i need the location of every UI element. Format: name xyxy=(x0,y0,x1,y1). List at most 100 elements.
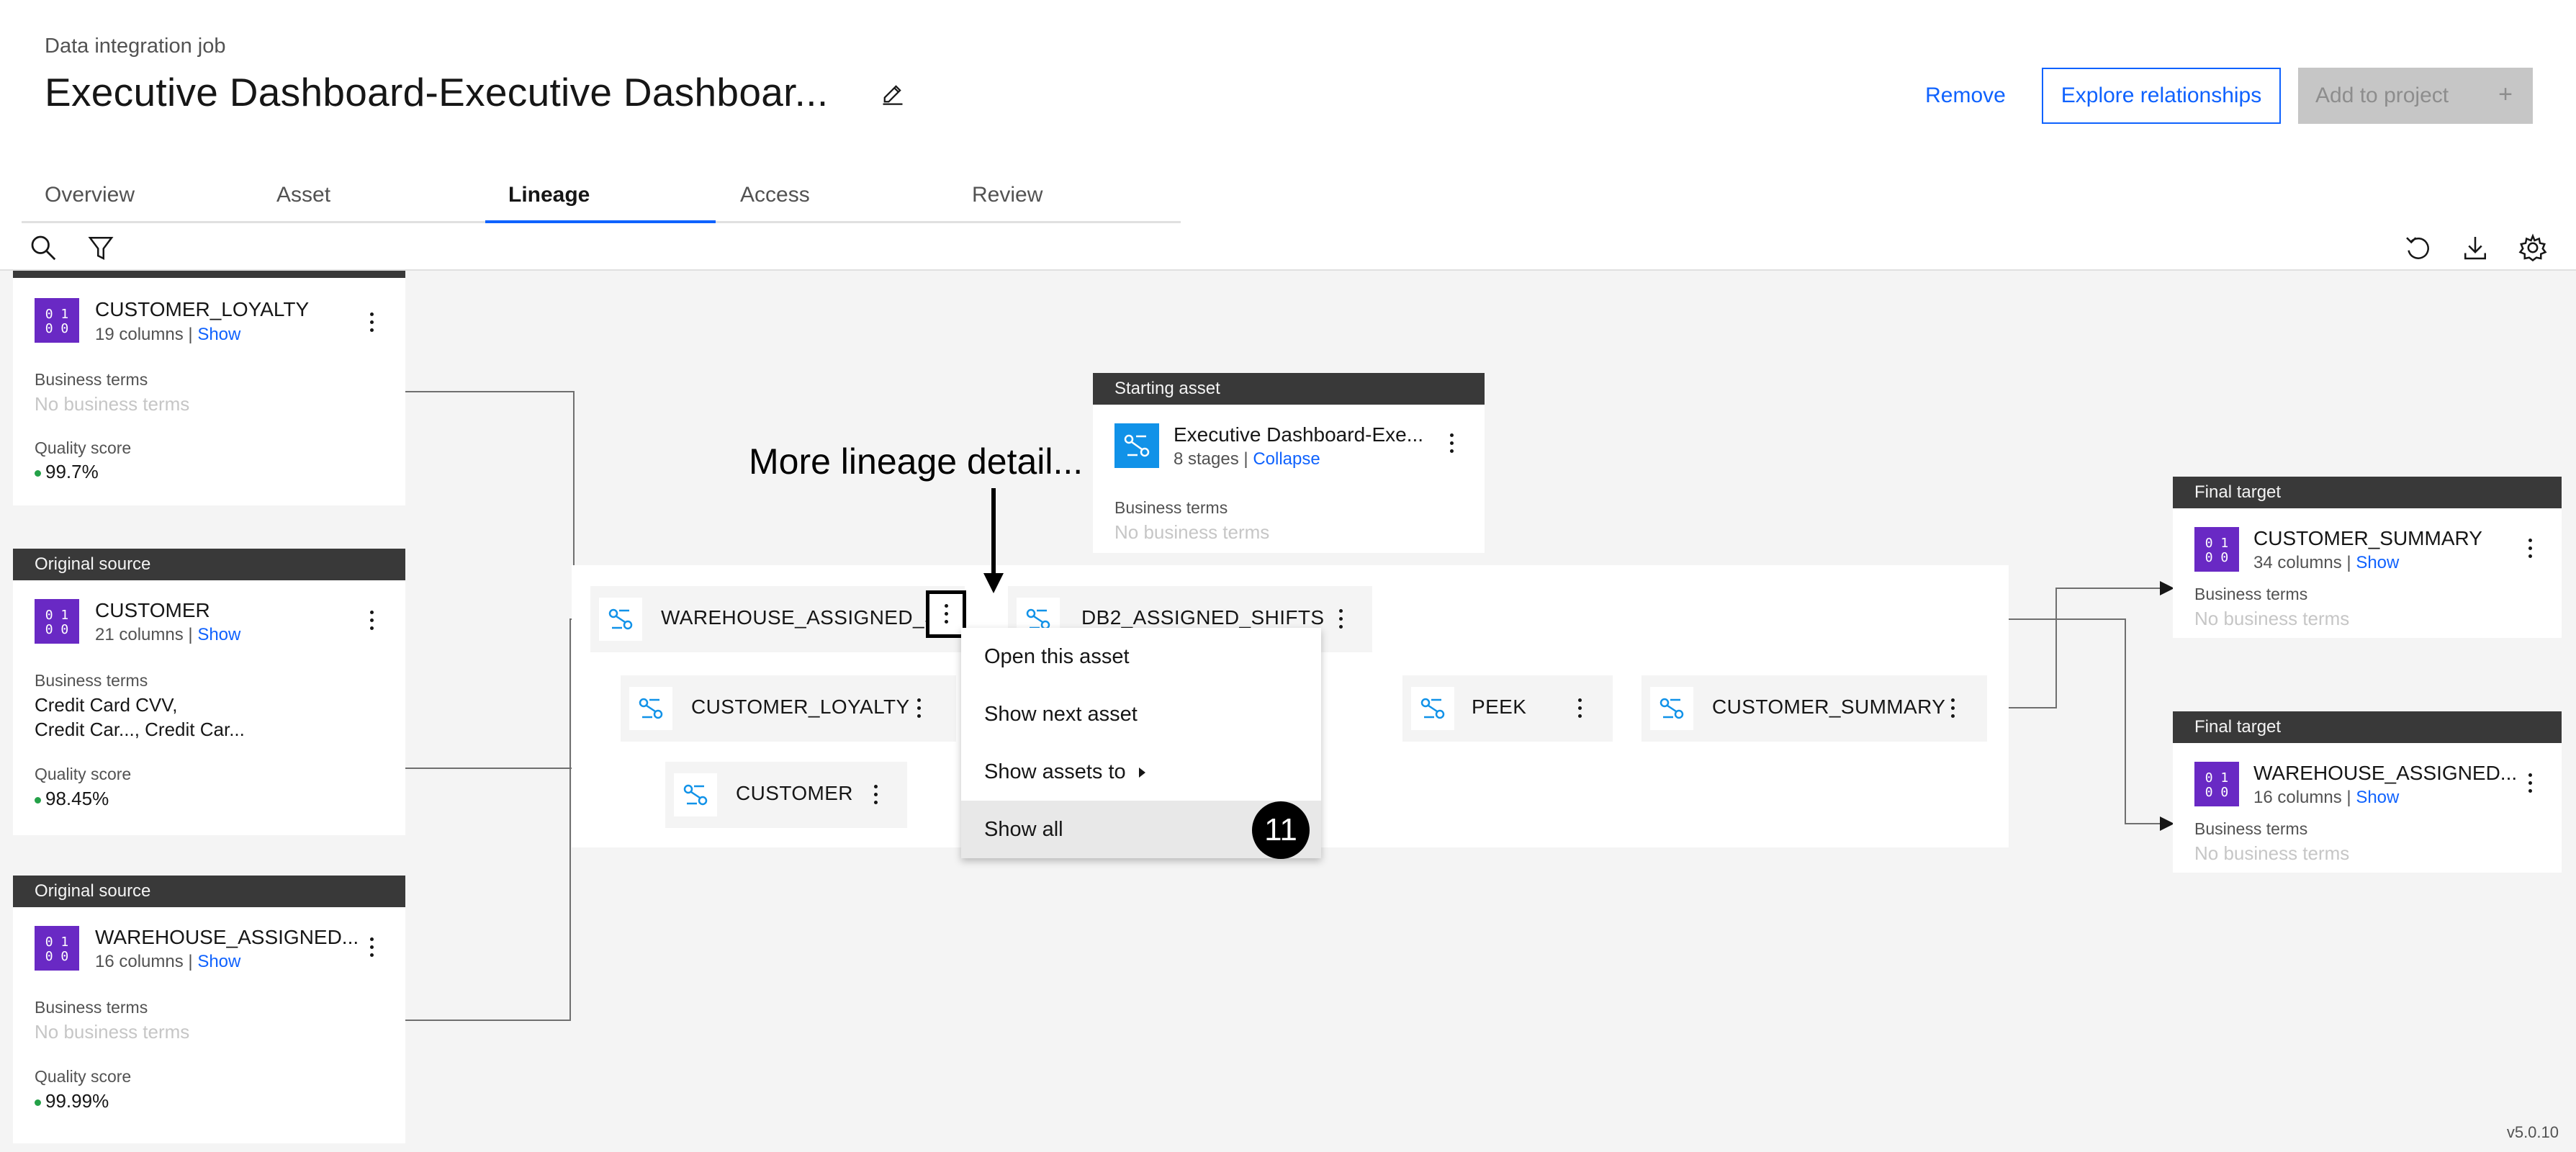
starting-asset-card[interactable]: Starting asset Executive Dashboard-Exe..… xyxy=(1093,373,1485,553)
step-number-badge: 11 xyxy=(1252,801,1310,859)
overflow-menu-icon[interactable] xyxy=(359,605,384,636)
stage-name: PEEK xyxy=(1472,696,1527,718)
tab-asset[interactable]: Asset xyxy=(253,176,484,223)
business-terms-value: No business terms xyxy=(35,393,190,415)
annotation-arrow xyxy=(983,488,1004,593)
show-columns-link[interactable]: Show xyxy=(197,952,240,971)
source-card-customer-loyalty[interactable]: 0 10 0 CUSTOMER_LOYALTY 19 columns | Sho… xyxy=(13,271,405,505)
overflow-menu-icon-highlighted[interactable] xyxy=(926,590,966,638)
filter-icon[interactable] xyxy=(86,233,115,262)
overflow-menu-icon[interactable] xyxy=(1438,428,1464,459)
stage-node-peek[interactable]: PEEK xyxy=(1402,675,1613,742)
tab-overview[interactable]: Overview xyxy=(22,176,252,223)
asset-name: WAREHOUSE_ASSIGNED... xyxy=(2253,762,2518,784)
show-columns-link[interactable]: Show xyxy=(197,325,240,344)
stage-node-customer-summary[interactable]: CUSTOMER_SUMMARY xyxy=(1641,675,1987,742)
business-terms-label: Business terms xyxy=(2194,819,2308,838)
search-icon[interactable] xyxy=(29,233,58,262)
stage-node-customer[interactable]: CUSTOMER xyxy=(665,762,907,828)
quality-score-value: 98.45% xyxy=(35,788,109,810)
show-columns-link[interactable]: Show xyxy=(2356,553,2399,572)
card-header xyxy=(13,271,405,278)
annotation-text: More lineage detail... xyxy=(749,441,1084,482)
collapse-link[interactable]: Collapse xyxy=(1253,449,1320,469)
target-card-warehouse-assigned[interactable]: Final target 0 10 0 WAREHOUSE_ASSIGNED..… xyxy=(2173,711,2562,873)
table-icon: 0 10 0 xyxy=(35,298,79,343)
table-icon: 0 10 0 xyxy=(2194,762,2239,806)
reset-icon[interactable] xyxy=(2403,233,2432,262)
stage-node-warehouse[interactable]: WAREHOUSE_ASSIGNED_S... xyxy=(590,586,965,652)
overflow-menu-icon[interactable] xyxy=(863,779,888,811)
svg-text:0 0: 0 0 xyxy=(45,321,69,336)
quality-score-label: Quality score xyxy=(35,765,132,783)
explore-relationships-button[interactable]: Explore relationships xyxy=(2042,68,2281,124)
overflow-menu-icon[interactable] xyxy=(359,307,384,338)
svg-text:0 0: 0 0 xyxy=(2205,550,2229,565)
download-icon[interactable] xyxy=(2461,233,2490,262)
business-terms-value: No business terms xyxy=(2194,842,2350,864)
business-terms-value: No business terms xyxy=(35,1021,190,1043)
source-card-warehouse-assigned[interactable]: Original source 0 10 0 WAREHOUSE_ASSIGNE… xyxy=(13,876,405,1143)
tab-lineage[interactable]: Lineage xyxy=(485,176,716,223)
show-columns-link[interactable]: Show xyxy=(197,625,240,644)
business-terms-label: Business terms xyxy=(2194,585,2308,603)
stage-name: CUSTOMER_SUMMARY xyxy=(1712,696,1946,718)
overflow-menu-icon[interactable] xyxy=(2517,768,2543,799)
overflow-menu-icon[interactable] xyxy=(1567,693,1593,724)
lineage-toolbar xyxy=(0,223,2576,271)
quality-status-dot xyxy=(35,796,41,804)
caret-right-icon xyxy=(1138,768,1145,778)
overflow-menu-icon[interactable] xyxy=(1328,603,1354,635)
remove-button[interactable]: Remove xyxy=(1915,68,2016,123)
add-to-project-button[interactable]: Add to project + xyxy=(2298,68,2533,124)
tab-bar: Overview Asset Lineage Access Review xyxy=(22,176,1181,223)
overflow-menu-icon[interactable] xyxy=(906,693,932,724)
plus-icon: + xyxy=(2498,81,2513,108)
quality-status-dot xyxy=(35,1099,41,1106)
tab-review[interactable]: Review xyxy=(949,176,1179,223)
card-header: Original source xyxy=(13,876,405,907)
context-menu: Open this asset Show next asset Show ass… xyxy=(961,628,1321,859)
job-stage-icon xyxy=(1650,687,1693,730)
asset-name: CUSTOMER xyxy=(95,599,210,621)
target-card-customer-summary[interactable]: Final target 0 10 0 CUSTOMER_SUMMARY 34 … xyxy=(2173,477,2562,638)
asset-name: CUSTOMER_SUMMARY xyxy=(2253,527,2482,549)
settings-icon[interactable] xyxy=(2518,233,2547,262)
quality-score-label: Quality score xyxy=(35,438,132,457)
asset-name: CUSTOMER_LOYALTY xyxy=(95,298,310,320)
svg-text:0 0: 0 0 xyxy=(45,949,69,964)
menu-item-show-all[interactable]: Show all 11 xyxy=(961,801,1321,859)
job-icon xyxy=(1114,423,1159,468)
business-terms-label: Business terms xyxy=(35,671,148,690)
pencil-icon[interactable] xyxy=(880,81,906,107)
business-terms-label: Business terms xyxy=(35,370,148,389)
overflow-menu-icon[interactable] xyxy=(359,932,384,963)
menu-item-show-assets-to[interactable]: Show assets to xyxy=(961,743,1321,801)
source-card-customer[interactable]: Original source 0 10 0 CUSTOMER 21 colum… xyxy=(13,549,405,835)
menu-item-open-asset[interactable]: Open this asset xyxy=(961,628,1321,685)
job-stage-icon xyxy=(1411,687,1454,730)
table-icon: 0 10 0 xyxy=(2194,527,2239,572)
business-terms-value: Credit Card CVV, xyxy=(35,694,178,716)
overflow-menu-icon[interactable] xyxy=(933,598,959,630)
stage-name: DB2_ASSIGNED_SHIFTS xyxy=(1081,606,1325,629)
quality-score-value: 99.99% xyxy=(35,1090,109,1112)
quality-score-value: 99.7% xyxy=(35,461,99,483)
add-to-project-label: Add to project xyxy=(2315,84,2449,107)
svg-text:0 1: 0 1 xyxy=(45,935,69,950)
asset-name: WAREHOUSE_ASSIGNED... xyxy=(95,926,359,948)
tab-access[interactable]: Access xyxy=(717,176,947,223)
job-stage-icon xyxy=(629,687,672,730)
stage-node-customer-loyalty[interactable]: CUSTOMER_LOYALTY xyxy=(621,675,956,742)
page-title: Executive Dashboard-Executive Dashboar..… xyxy=(45,70,829,114)
column-count: 34 columns | Show xyxy=(2253,553,2400,572)
business-terms-value-more: Credit Car..., Credit Car... xyxy=(35,719,245,740)
asset-name: Executive Dashboard-Exe... xyxy=(1174,423,1424,446)
lineage-canvas[interactable]: 0 10 0 CUSTOMER_LOYALTY 19 columns | Sho… xyxy=(0,271,2576,1152)
overflow-menu-icon[interactable] xyxy=(2517,533,2543,564)
svg-text:0 0: 0 0 xyxy=(45,622,69,637)
menu-item-show-next-asset[interactable]: Show next asset xyxy=(961,685,1321,743)
overflow-menu-icon[interactable] xyxy=(1940,693,1965,724)
quality-status-dot xyxy=(35,469,41,477)
show-columns-link[interactable]: Show xyxy=(2356,788,2399,807)
